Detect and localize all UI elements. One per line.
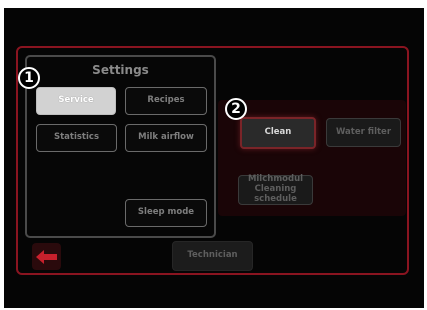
recipes-button[interactable]: Recipes [125, 87, 207, 115]
milchmodul-cleaning-schedule-button[interactable]: Milchmodul Cleaning schedule [238, 175, 313, 205]
callout-badge-2: 2 [225, 98, 247, 120]
back-button[interactable] [32, 243, 61, 270]
statistics-button[interactable]: Statistics [36, 124, 117, 152]
back-arrow-icon [35, 249, 57, 264]
clean-button[interactable]: Clean [240, 117, 316, 149]
cleaning-schedule-label: Cleaning schedule [254, 184, 297, 204]
water-filter-button[interactable]: Water filter [326, 118, 401, 147]
service-button[interactable]: Service [36, 87, 116, 115]
milk-airflow-button[interactable]: Milk airflow [125, 124, 207, 152]
sleep-mode-button[interactable]: Sleep mode [125, 199, 207, 227]
technician-button[interactable]: Technician [172, 241, 253, 271]
callout-badge-1: 1 [18, 67, 40, 89]
settings-title: Settings [92, 63, 149, 77]
